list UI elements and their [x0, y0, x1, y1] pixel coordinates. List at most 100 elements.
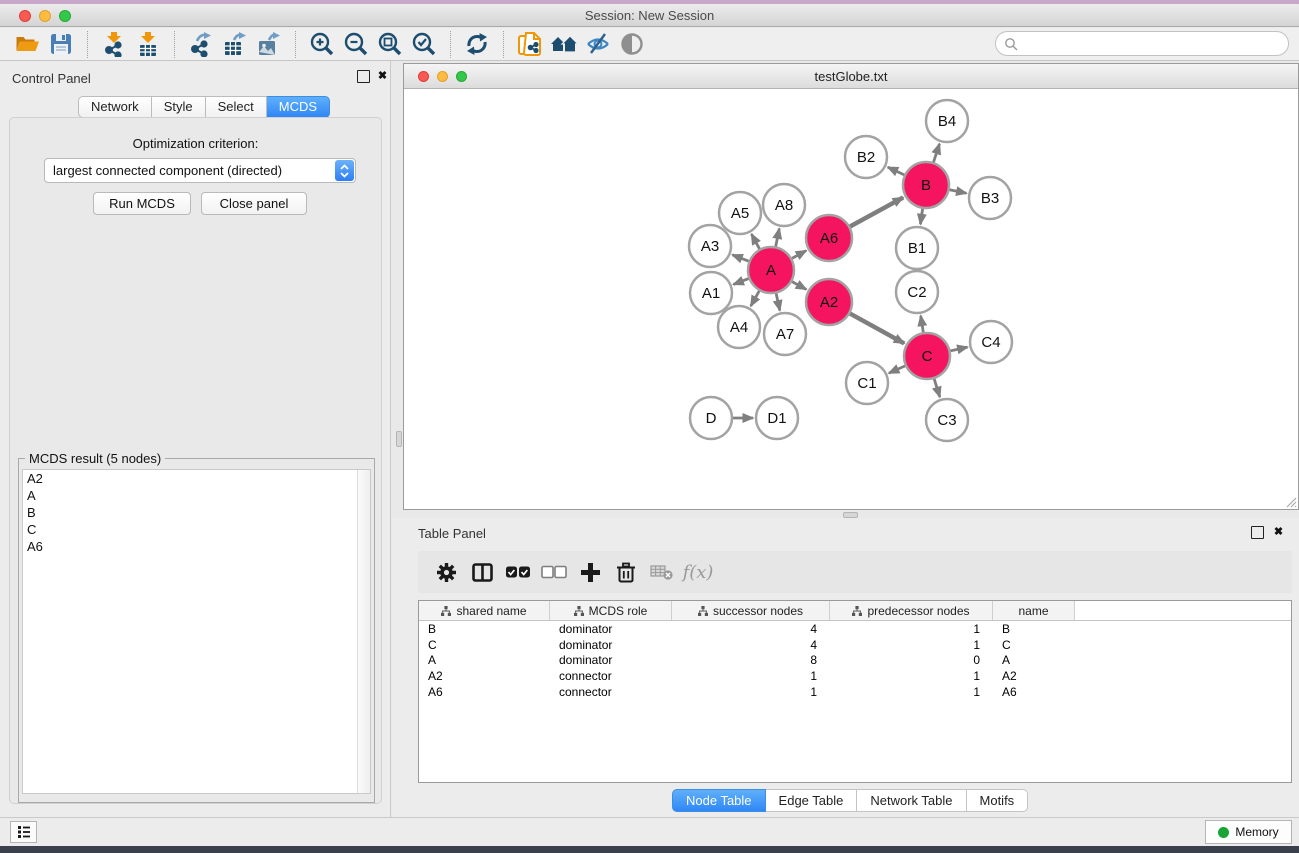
graph-edge-C-C3[interactable] [934, 379, 940, 397]
graph-node-A5[interactable]: A5 [719, 192, 761, 234]
tab-select[interactable]: Select [206, 96, 267, 118]
tab-network-table[interactable]: Network Table [857, 789, 966, 812]
run-mcds-button[interactable]: Run MCDS [93, 192, 191, 215]
graph-node-D1[interactable]: D1 [756, 397, 798, 439]
tab-node-table[interactable]: Node Table [672, 789, 766, 812]
graph-edge-B-B1[interactable] [920, 209, 922, 224]
graph-node-C2[interactable]: C2 [896, 271, 938, 313]
graph-edge-A-A3[interactable] [732, 255, 748, 261]
result-scrollbar[interactable] [357, 470, 370, 793]
graph-edge-B-B2[interactable] [888, 167, 905, 175]
network-window-titlebar[interactable]: testGlobe.txt [404, 64, 1298, 89]
result-item[interactable]: A2 [23, 470, 370, 487]
memory-button[interactable]: Memory [1205, 820, 1292, 844]
delete-column-button[interactable] [608, 557, 644, 587]
delete-table-button[interactable] [644, 557, 680, 587]
tab-mcds[interactable]: MCDS [267, 96, 330, 118]
graph-edge-A-A6[interactable] [792, 251, 806, 259]
close-panel-icon[interactable]: ✖ [376, 70, 389, 83]
save-session-button[interactable] [44, 30, 78, 58]
result-item[interactable]: B [23, 504, 370, 521]
graph-node-B3[interactable]: B3 [969, 177, 1011, 219]
column-header-predecessor-nodes[interactable]: predecessor nodes [830, 601, 993, 620]
result-item[interactable]: A [23, 487, 370, 504]
optimization-criterion-dropdown[interactable]: largest connected component (directed) [44, 158, 356, 183]
table-row[interactable]: A6connector11A6 [419, 684, 1291, 700]
home-view-button[interactable] [547, 30, 581, 58]
panel-splitter-handle[interactable] [396, 431, 402, 447]
table-row[interactable]: Cdominator41C [419, 637, 1291, 653]
close-panel-button[interactable]: Close panel [201, 192, 307, 215]
table-row[interactable]: A2connector11A2 [419, 668, 1291, 684]
graph-node-B2[interactable]: B2 [845, 136, 887, 178]
graph-node-A6[interactable]: A6 [806, 215, 852, 261]
zoom-in-button[interactable] [305, 30, 339, 58]
result-item[interactable]: A6 [23, 538, 370, 555]
function-builder-button[interactable]: f(x) [680, 557, 716, 587]
graph-node-B1[interactable]: B1 [896, 227, 938, 269]
column-header-MCDS-role[interactable]: MCDS role [550, 601, 672, 620]
tab-edge-table[interactable]: Edge Table [766, 789, 858, 812]
graph-node-C[interactable]: C [904, 333, 950, 379]
graph-node-C3[interactable]: C3 [926, 399, 968, 441]
graph-node-B[interactable]: B [903, 162, 949, 208]
graph-edge-C-C1[interactable] [889, 366, 905, 373]
graph-edge-A-A7[interactable] [776, 293, 780, 310]
graph-edge-B-B4[interactable] [933, 144, 939, 162]
graph-node-A7[interactable]: A7 [764, 313, 806, 355]
close-table-panel-icon[interactable]: ✖ [1272, 526, 1285, 539]
graph-edge-A-A4[interactable] [751, 291, 760, 306]
column-header-name[interactable]: name [993, 601, 1075, 620]
resize-grip-icon[interactable] [1283, 494, 1297, 508]
search-box[interactable] [995, 31, 1289, 56]
graph-node-A4[interactable]: A4 [718, 306, 760, 348]
graph-node-A1[interactable]: A1 [690, 272, 732, 314]
import-network-button[interactable] [97, 30, 131, 58]
graph-node-C1[interactable]: C1 [846, 362, 888, 404]
table-options-button[interactable] [428, 557, 464, 587]
zoom-selected-button[interactable] [407, 30, 441, 58]
deselect-all-checkboxes-button[interactable] [536, 557, 572, 587]
task-history-button[interactable] [10, 821, 37, 843]
column-header-shared-name[interactable]: shared name [419, 601, 550, 620]
search-input[interactable] [1018, 34, 1288, 54]
hide-graphics-details-button[interactable] [581, 30, 615, 58]
graph-edge-A2-C[interactable] [850, 314, 904, 344]
graph-edge-C-C4[interactable] [950, 347, 967, 351]
graph-node-A2[interactable]: A2 [806, 279, 852, 325]
select-all-checkboxes-button[interactable] [500, 557, 536, 587]
graph-edge-A-A1[interactable] [733, 279, 748, 285]
tab-motifs[interactable]: Motifs [967, 789, 1029, 812]
import-table-button[interactable] [131, 30, 165, 58]
network-canvas[interactable]: B4B2BB3A5A8A6B1A3AA1C2A2A4A7C4CC1C3DD1 [404, 89, 1298, 509]
birds-eye-view-button[interactable] [615, 30, 649, 58]
mcds-result-list[interactable]: A2ABCA6 [22, 469, 371, 794]
graph-node-A8[interactable]: A8 [763, 184, 805, 226]
zoom-out-button[interactable] [339, 30, 373, 58]
network-snapshot-button[interactable] [513, 30, 547, 58]
tab-style[interactable]: Style [152, 96, 206, 118]
export-image-button[interactable] [252, 30, 286, 58]
graph-edge-A-A5[interactable] [751, 234, 759, 249]
graph-node-B4[interactable]: B4 [926, 100, 968, 142]
graph-edge-A-A2[interactable] [792, 282, 806, 290]
graph-node-A[interactable]: A [748, 247, 794, 293]
column-header-successor-nodes[interactable]: successor nodes [672, 601, 830, 620]
zoom-fit-button[interactable] [373, 30, 407, 58]
graph-edge-C-C2[interactable] [921, 316, 924, 333]
table-row[interactable]: Adominator80A [419, 652, 1291, 668]
table-row[interactable]: Bdominator41B [419, 621, 1291, 637]
graph-edge-A-A8[interactable] [776, 229, 780, 247]
graph-node-A3[interactable]: A3 [689, 225, 731, 267]
add-column-button[interactable] [572, 557, 608, 587]
graph-edge-B-B3[interactable] [950, 190, 967, 193]
graph-edge-A6-B[interactable] [850, 197, 903, 226]
float-panel-icon[interactable] [357, 70, 370, 83]
graph-node-D[interactable]: D [690, 397, 732, 439]
export-network-button[interactable] [184, 30, 218, 58]
show-column-button[interactable] [464, 557, 500, 587]
float-table-panel-icon[interactable] [1251, 526, 1264, 539]
export-table-button[interactable] [218, 30, 252, 58]
open-session-button[interactable] [10, 30, 44, 58]
tab-network[interactable]: Network [78, 96, 152, 118]
